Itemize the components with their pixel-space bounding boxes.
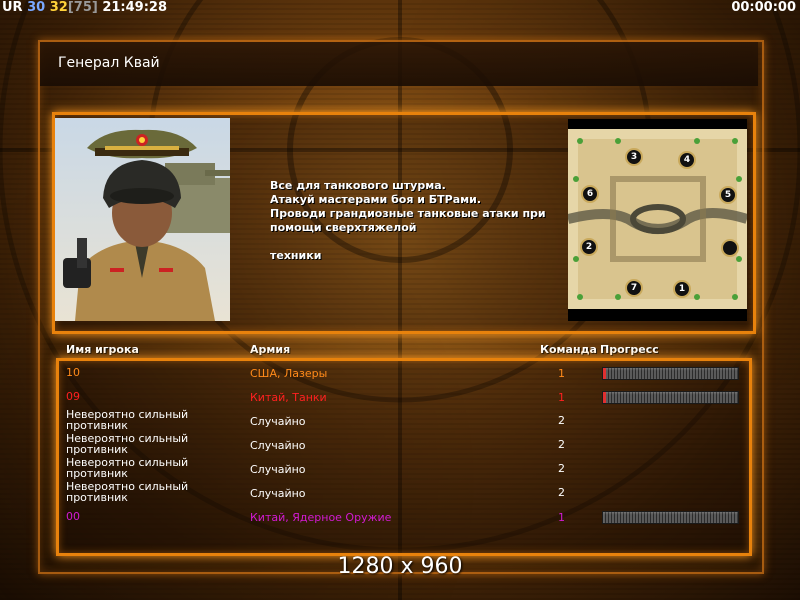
hud-count-current: 32 bbox=[49, 0, 68, 15]
hud-timer: 00:00:00 bbox=[731, 0, 796, 15]
player-team[interactable]: 1 bbox=[558, 367, 565, 380]
player-team[interactable]: 2 bbox=[558, 462, 565, 475]
player-team[interactable]: 1 bbox=[558, 391, 565, 404]
player-name[interactable]: 00 bbox=[66, 511, 236, 522]
header-player-name: Имя игрока bbox=[66, 343, 139, 356]
map-slot-6[interactable]: 6 bbox=[581, 185, 599, 203]
general-name: Генерал Квай bbox=[58, 55, 160, 71]
player-row[interactable]: Невероятно сильный противник Случайно 2 bbox=[0, 457, 800, 482]
map-slot-7[interactable]: 7 bbox=[625, 279, 643, 297]
description-line bbox=[270, 235, 560, 249]
header-progress: Прогресс bbox=[600, 343, 659, 356]
player-row[interactable]: Невероятно сильный противник Случайно 2 bbox=[0, 433, 800, 458]
map-slot-4[interactable]: 4 bbox=[678, 151, 696, 169]
player-progress-bar bbox=[602, 367, 739, 380]
player-army[interactable]: Случайно bbox=[250, 463, 306, 476]
player-progress-fill bbox=[603, 392, 606, 403]
general-portrait bbox=[55, 118, 230, 321]
player-progress-fill bbox=[603, 368, 606, 379]
hud-clock: 21:49:28 bbox=[102, 0, 168, 15]
player-army[interactable]: Китай, Танки bbox=[250, 391, 327, 404]
player-name[interactable]: 09 bbox=[66, 391, 236, 402]
map-slot-5[interactable]: 5 bbox=[719, 186, 737, 204]
player-table-headers: Имя игрока Армия Команда Прогресс bbox=[0, 340, 800, 356]
map-slot-empty[interactable] bbox=[721, 239, 739, 257]
map-slot-1[interactable]: 1 bbox=[673, 280, 691, 298]
player-army[interactable]: Случайно bbox=[250, 439, 306, 452]
player-progress-bar bbox=[602, 511, 739, 524]
description-line: Атакуй мастерами боя и БТРами. bbox=[270, 193, 481, 206]
header-team: Команда bbox=[540, 343, 597, 356]
player-army[interactable]: Случайно bbox=[250, 415, 306, 428]
player-team[interactable]: 2 bbox=[558, 486, 565, 499]
player-team[interactable]: 1 bbox=[558, 511, 565, 524]
player-name[interactable]: 10 bbox=[66, 367, 236, 378]
hud-ur-value: 30 bbox=[27, 0, 46, 15]
description-line: техники bbox=[270, 249, 322, 262]
player-army[interactable]: Китай, Ядерное Оружие bbox=[250, 511, 391, 524]
player-team[interactable]: 2 bbox=[558, 438, 565, 451]
player-row[interactable]: Невероятно сильный противник Случайно 2 bbox=[0, 481, 800, 506]
player-name[interactable]: Невероятно сильный противник bbox=[66, 433, 236, 455]
player-row[interactable]: 10 США, Лазеры 1 bbox=[0, 367, 800, 391]
player-progress-bar bbox=[602, 391, 739, 404]
hud-bar: UR 30 32[75] 21:49:28 00:00:00 bbox=[0, 0, 800, 16]
player-team[interactable]: 2 bbox=[558, 414, 565, 427]
map-slot-2[interactable]: 2 bbox=[580, 238, 598, 256]
map-slot-3[interactable]: 3 bbox=[625, 148, 643, 166]
hud-count-total: [75] bbox=[67, 0, 98, 15]
hud-stats: UR 30 32[75] 21:49:28 bbox=[2, 0, 167, 15]
player-name[interactable]: Невероятно сильный противник bbox=[66, 409, 236, 431]
player-row[interactable]: Невероятно сильный противник Случайно 2 bbox=[0, 409, 800, 434]
player-name[interactable]: Невероятно сильный противник bbox=[66, 457, 236, 479]
player-row[interactable]: 00 Китай, Ядерное Оружие 1 bbox=[0, 511, 800, 535]
description-line: помощи сверхтяжелой bbox=[270, 221, 417, 234]
hud-ur-label: UR bbox=[2, 0, 23, 15]
player-army[interactable]: США, Лазеры bbox=[250, 367, 327, 380]
description-line: Все для танкового штурма. bbox=[270, 179, 446, 192]
header-army: Армия bbox=[250, 343, 291, 356]
resolution-label: 1280 x 960 bbox=[337, 554, 463, 579]
general-description: Все для танкового штурма. Атакуй мастера… bbox=[270, 179, 560, 263]
minimap: 3 4 6 5 2 7 1 bbox=[568, 119, 747, 321]
description-line: Проводи грандиозные танковые атаки при bbox=[270, 207, 546, 220]
player-army[interactable]: Случайно bbox=[250, 487, 306, 500]
player-name[interactable]: Невероятно сильный противник bbox=[66, 481, 236, 503]
